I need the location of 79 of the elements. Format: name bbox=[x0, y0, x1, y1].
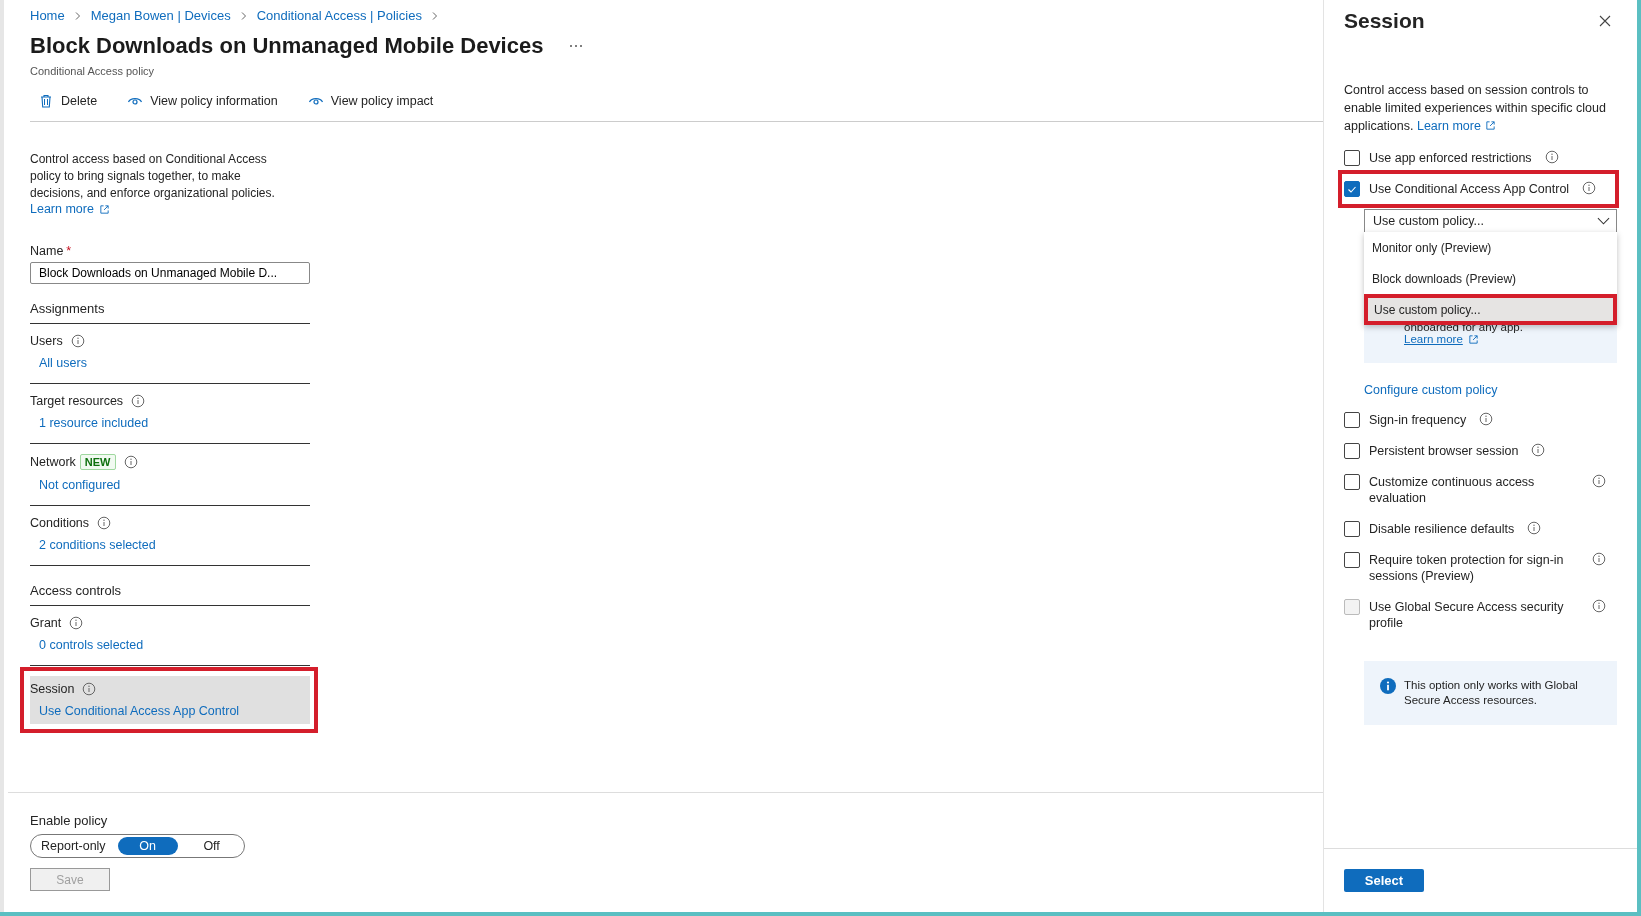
panel-title: Session bbox=[1344, 9, 1425, 33]
checkbox[interactable] bbox=[1344, 474, 1360, 490]
menu-option[interactable]: Monitor only (Preview) bbox=[1364, 232, 1617, 263]
info-icon bbox=[1582, 181, 1597, 195]
checkbox[interactable] bbox=[1344, 552, 1360, 568]
info-icon bbox=[1592, 474, 1606, 488]
checkbox[interactable] bbox=[1344, 150, 1360, 166]
toolbar-button[interactable]: View policy information bbox=[119, 91, 286, 111]
info-icon bbox=[1592, 599, 1606, 613]
item-value-link[interactable]: Not configured bbox=[30, 478, 310, 492]
option-label: Sign-in frequency bbox=[1369, 412, 1467, 428]
trash-icon bbox=[38, 93, 54, 109]
item-label: Target resources bbox=[30, 394, 124, 408]
toggle-option[interactable]: Report-only bbox=[33, 837, 114, 855]
required-mark: * bbox=[66, 244, 72, 258]
option-label: Customize continuous access evaluation bbox=[1369, 474, 1536, 506]
item-label: Conditions bbox=[30, 516, 90, 530]
section-heading: Access controls bbox=[30, 566, 310, 606]
breadcrumb-link[interactable]: Megan Bowen | Devices bbox=[90, 8, 231, 23]
info-icon bbox=[1531, 443, 1546, 457]
info-filled-icon bbox=[1380, 678, 1396, 694]
checkbox[interactable] bbox=[1344, 521, 1360, 537]
item-label: Users bbox=[30, 334, 63, 348]
notice-text: This option only works with Global Secure Access resources. bbox=[1404, 678, 1579, 708]
breadcrumb-link[interactable]: Conditional Access | Policies bbox=[256, 8, 422, 23]
panel-description: Control access based on session controls to enable limited experiences within specific cloud applications. Learn more bbox=[1344, 82, 1607, 135]
field-label: Enable policy bbox=[30, 813, 109, 828]
info-icon bbox=[123, 455, 138, 469]
item-label: Grant bbox=[30, 616, 62, 630]
option-label: Disable resilience defaults bbox=[1369, 521, 1515, 537]
checkbox[interactable] bbox=[1344, 443, 1360, 459]
page-title: Block Downloads on Unmanaged Mobile Devices bbox=[30, 33, 544, 59]
info-icon bbox=[1527, 521, 1542, 535]
checkbox[interactable] bbox=[1344, 181, 1360, 197]
field-label: Name bbox=[30, 244, 64, 258]
option-label: Use Global Secure Access security profile bbox=[1369, 599, 1565, 631]
external-link-icon bbox=[1467, 333, 1479, 345]
menu-option[interactable]: Block downloads (Preview) bbox=[1364, 263, 1617, 294]
description-text: Control access based on Conditional Access policy to bring signals together, to make decisions, and enforce organizational policies. bbox=[30, 151, 276, 202]
section-heading: Assignments bbox=[30, 284, 310, 324]
option-label: Persistent browser session bbox=[1369, 443, 1519, 459]
info-icon bbox=[1544, 150, 1559, 164]
toggle-option[interactable]: On bbox=[117, 837, 178, 855]
option-label: Use app enforced restrictions bbox=[1369, 150, 1532, 166]
breadcrumb-link[interactable]: Home bbox=[30, 8, 65, 23]
toolbar-button[interactable]: Delete bbox=[30, 91, 106, 111]
option-label: Use Conditional Access App Control bbox=[1369, 181, 1570, 197]
more-icon bbox=[569, 44, 584, 48]
toolbar-button[interactable]: View policy impact bbox=[299, 91, 442, 111]
item-value-link[interactable]: 1 resource included bbox=[30, 416, 310, 430]
menu-option[interactable]: Use custom policy... bbox=[1364, 294, 1617, 325]
info-icon bbox=[70, 334, 85, 348]
external-link-icon bbox=[98, 203, 110, 215]
checkbox[interactable] bbox=[1344, 412, 1360, 428]
configure-policy-link[interactable]: Configure custom policy bbox=[1364, 383, 1617, 397]
item-value-link[interactable]: 2 conditions selected bbox=[30, 538, 310, 552]
page-subtitle: Conditional Access policy bbox=[30, 65, 156, 77]
item-value-link[interactable]: 0 controls selected bbox=[30, 638, 310, 652]
info-icon bbox=[1479, 412, 1494, 426]
toggle-option[interactable]: Off bbox=[181, 837, 242, 855]
new-badge: NEW bbox=[79, 454, 116, 470]
item-value-link[interactable]: All users bbox=[30, 356, 310, 370]
close-icon[interactable] bbox=[1599, 15, 1611, 27]
learn-more-link[interactable]: Learn more bbox=[30, 202, 94, 216]
info-icon bbox=[131, 394, 146, 408]
name-input[interactable]: Block Downloads on Unmanaged Mobile D... bbox=[30, 262, 310, 284]
info-icon bbox=[82, 682, 97, 696]
option-label: Require token protection for sign-in sessions (Preview) bbox=[1369, 552, 1565, 584]
info-icon bbox=[69, 616, 84, 630]
select-button[interactable]: Select bbox=[1344, 869, 1424, 892]
item-label: Network bbox=[30, 455, 76, 469]
item-value-link[interactable]: Use Conditional Access App Control bbox=[30, 704, 310, 718]
info-icon bbox=[1592, 552, 1606, 566]
item-label: Session bbox=[30, 682, 75, 696]
learn-more-link[interactable]: Learn more bbox=[1404, 333, 1463, 345]
chevron-down-icon bbox=[1597, 217, 1610, 225]
info-icon bbox=[97, 516, 112, 530]
learn-more-link[interactable]: Learn more bbox=[1416, 119, 1481, 133]
external-link-icon bbox=[1484, 120, 1496, 131]
